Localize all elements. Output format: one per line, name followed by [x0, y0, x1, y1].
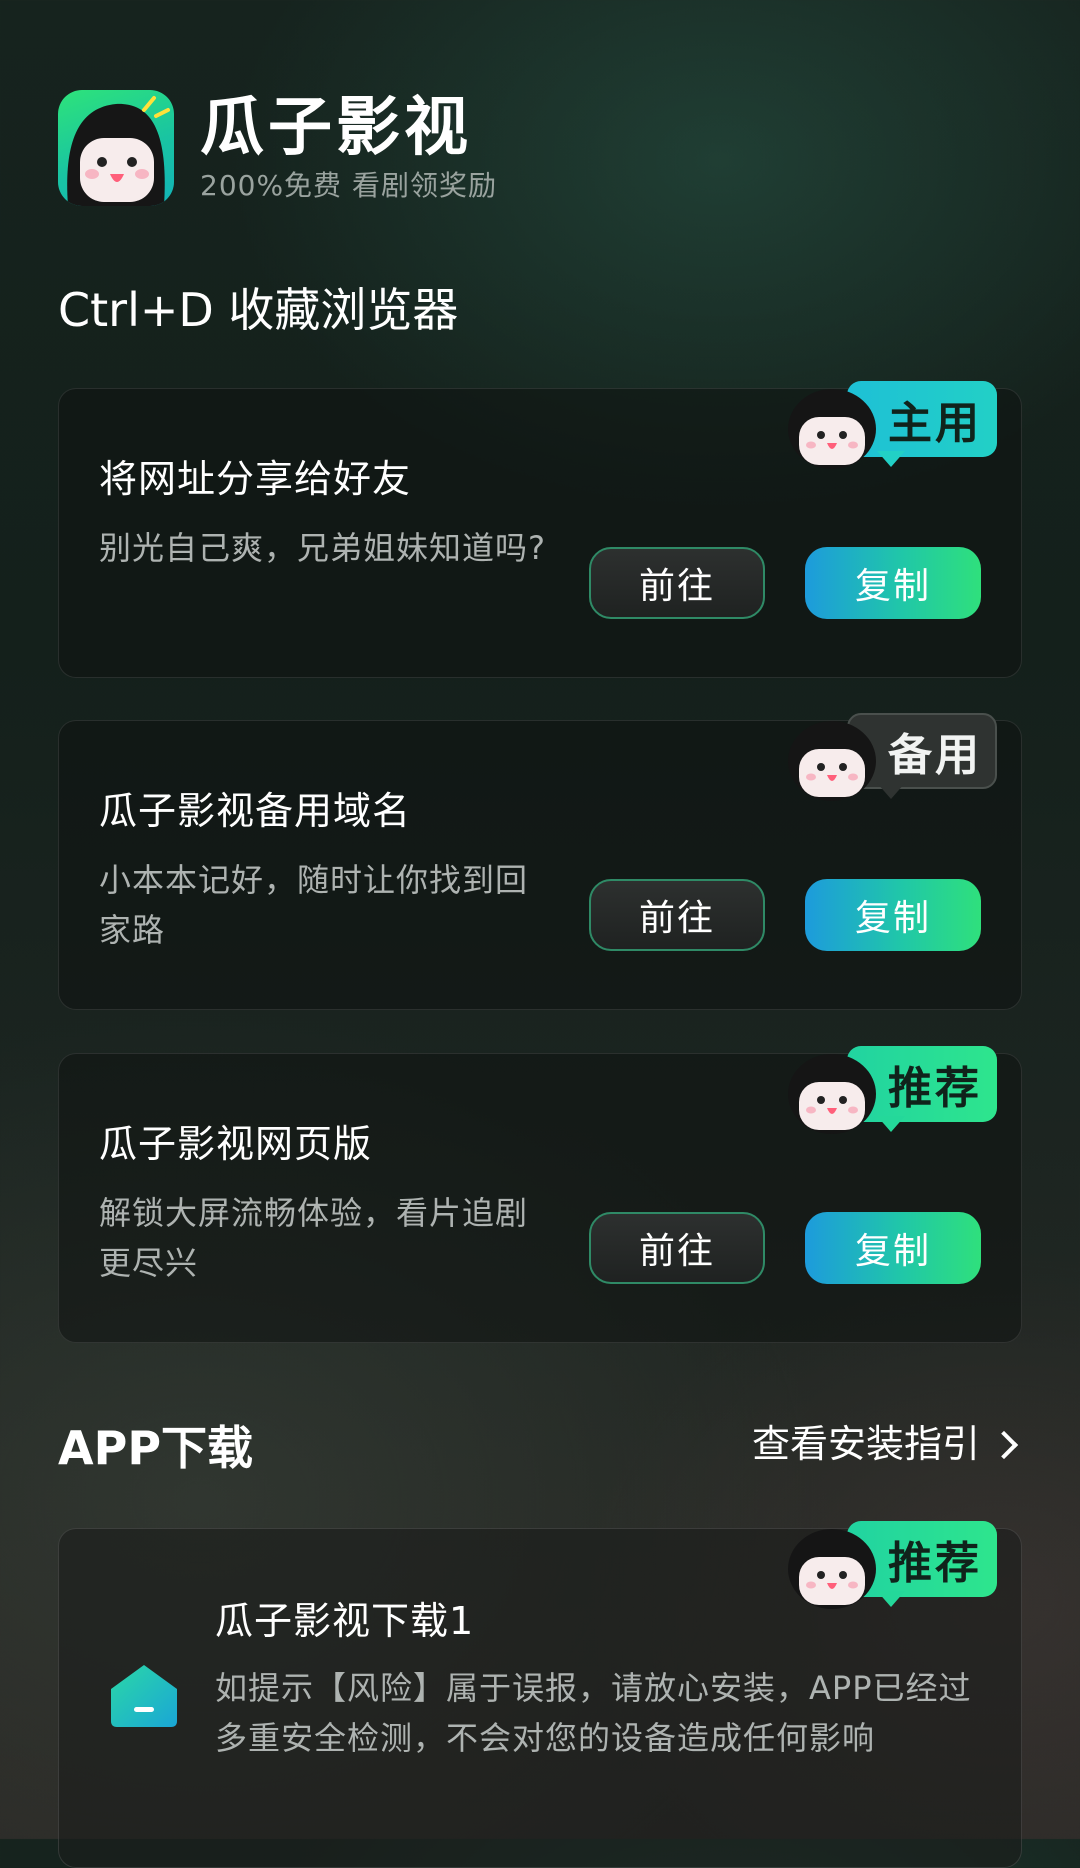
link-card-share: 主用 将网址分享给好友 别光自己爽，兄弟姐妹知道吗? 前往 复制 — [58, 381, 1022, 678]
install-guide-link[interactable]: 查看安装指引 — [751, 1418, 1019, 1470]
app-header: 瓜子影视 200%免费 看剧领奖励 — [58, 90, 497, 206]
badge-backup: 备用 — [785, 709, 1007, 803]
app-name: 瓜子影视 — [200, 91, 472, 165]
badge-recommend: 推荐 — [785, 1517, 1007, 1611]
go-button[interactable]: 前往 — [589, 1212, 765, 1284]
card-description: 别光自己爽，兄弟姐妹知道吗? — [99, 529, 546, 567]
copy-button[interactable]: 复制 — [805, 547, 981, 619]
mascot-icon — [788, 389, 876, 469]
install-guide-label: 查看安装指引 — [751, 1422, 980, 1466]
badge-main: 主用 — [785, 377, 1007, 471]
mascot-icon — [788, 1054, 876, 1134]
go-button[interactable]: 前往 — [589, 547, 765, 619]
link-card-backup-domain: 备用 瓜子影视备用域名 小本本记好，随时让你找到回家路 前往 复制 — [58, 713, 1022, 1010]
download-card[interactable]: 推荐 瓜子影视下载1 如提示【风险】属于误报，请放心安装，APP已经过多重安全检… — [58, 1521, 1022, 1868]
app-slogan: 200%免费 看剧领奖励 — [200, 169, 497, 202]
card-description: 小本本记好，随时让你找到回家路 — [99, 861, 529, 949]
link-card-web-version: 推荐 瓜子影视网页版 解锁大屏流畅体验，看片追剧更尽兴 前往 复制 — [58, 1046, 1022, 1343]
copy-button[interactable]: 复制 — [805, 879, 981, 951]
mascot-logo-icon — [58, 90, 174, 206]
chevron-right-icon — [989, 1430, 1019, 1460]
download-section-title: APP下载 — [58, 1421, 254, 1475]
card-title: 瓜子影视网页版 — [99, 1122, 373, 1166]
card-title: 将网址分享给好友 — [99, 457, 412, 501]
badge-recommend: 推荐 — [785, 1042, 1007, 1136]
mascot-icon — [788, 1529, 876, 1609]
copy-button[interactable]: 复制 — [805, 1212, 981, 1284]
download-card-description: 如提示【风险】属于误报，请放心安装，APP已经过多重安全检测，不会对您的设备造成… — [215, 1669, 972, 1757]
go-button[interactable]: 前往 — [589, 879, 765, 951]
card-title: 瓜子影视备用域名 — [99, 789, 412, 833]
bookmark-hint-title: Ctrl+D 收藏浏览器 — [58, 283, 459, 337]
download-card-title: 瓜子影视下载1 — [215, 1599, 475, 1643]
mascot-icon — [788, 721, 876, 801]
card-description: 解锁大屏流畅体验，看片追剧更尽兴 — [99, 1194, 529, 1282]
android-app-icon — [111, 1665, 177, 1727]
